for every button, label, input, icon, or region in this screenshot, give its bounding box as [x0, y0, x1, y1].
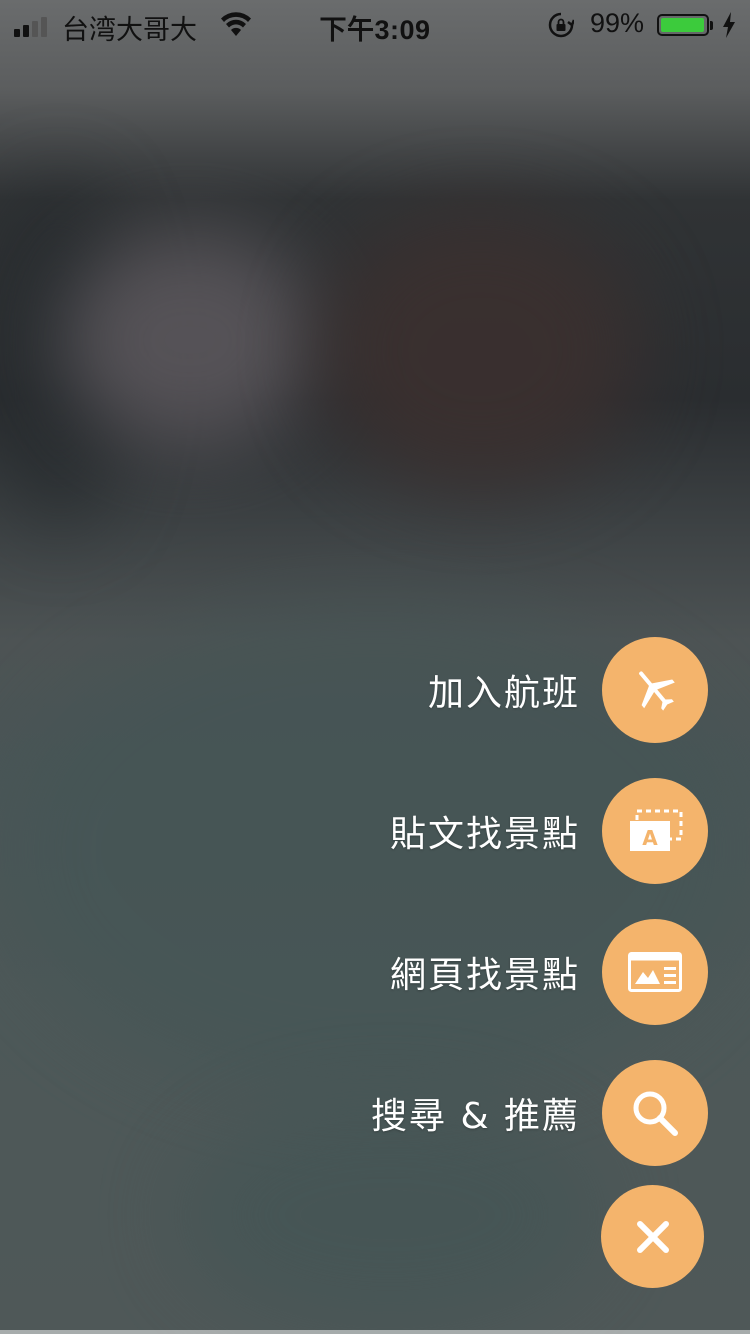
battery-level-fill [661, 18, 704, 32]
webpage-image-icon [628, 952, 682, 992]
battery-icon [657, 14, 709, 36]
rotation-lock-icon [548, 12, 574, 38]
svg-text:A: A [642, 826, 658, 850]
close-icon [636, 1220, 669, 1253]
web-find-spots-button[interactable] [602, 919, 708, 1025]
post-find-spots-button[interactable]: A [602, 778, 708, 884]
airplane-icon [639, 671, 675, 711]
menu-item-label: 網頁找景點 [389, 955, 580, 996]
add-flight-button[interactable] [602, 637, 708, 743]
battery-percent: 99% [590, 8, 645, 38]
menu-item-label: 貼文找景點 [389, 814, 580, 855]
menu-item-web-find-spots[interactable]: 網頁找景點 [390, 919, 708, 1025]
menu-item-post-find-spots[interactable]: 貼文找景點 A [390, 778, 708, 884]
menu-item-add-flight[interactable]: 加入航班 [428, 637, 708, 743]
menu-item-label: 搜尋 & 推薦 [371, 1096, 580, 1137]
screen: 台湾大哥大 下午3:09 99% 加入航班 貼文找景點 A 網頁找景點 搜尋 &… [0, 0, 750, 1334]
background-blur-shape [60, 230, 320, 450]
search-icon [633, 1091, 678, 1136]
text-document-icon: A [630, 809, 683, 851]
search-recommend-button[interactable] [602, 1060, 708, 1166]
battery-tip [710, 21, 713, 30]
background-blur-shape [320, 210, 640, 490]
status-bar: 台湾大哥大 下午3:09 99% [0, 0, 750, 50]
bottom-edge [0, 1330, 750, 1334]
menu-item-label: 加入航班 [427, 673, 580, 714]
charging-bolt-icon [723, 12, 735, 38]
close-menu-button[interactable] [601, 1185, 704, 1288]
menu-item-search-recommend[interactable]: 搜尋 & 推薦 [371, 1060, 708, 1166]
